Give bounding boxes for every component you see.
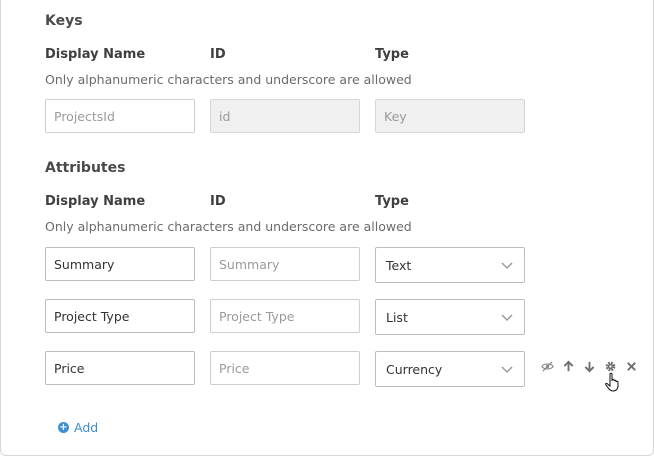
add-label: Add [74, 420, 99, 435]
schema-editor-panel: Keys Display Name ID Type Only alphanume… [0, 0, 654, 456]
attribute-type-value: Currency [386, 361, 443, 377]
attributes-id-header: ID [210, 194, 226, 209]
keys-id-header: ID [210, 47, 226, 62]
hand-cursor-icon [605, 372, 619, 392]
attribute-type-select[interactable]: Currency [375, 351, 525, 387]
keys-hint: Only alphanumeric characters and undersc… [45, 72, 412, 87]
attribute-display-name-input[interactable]: Summary [45, 247, 195, 281]
attribute-type-value: List [386, 309, 408, 325]
close-icon[interactable] [624, 359, 638, 373]
attribute-type-value: Text [386, 257, 412, 273]
key-display-name-input[interactable]: ProjectsId [45, 99, 195, 133]
eye-slash-icon[interactable] [540, 359, 554, 373]
add-attribute-button[interactable]: + Add [58, 420, 98, 435]
keys-section-title: Keys [45, 13, 83, 29]
attribute-display-name-input[interactable]: Project Type [45, 299, 195, 333]
attributes-hint: Only alphanumeric characters and undersc… [45, 219, 412, 234]
attributes-section-title: Attributes [45, 160, 126, 176]
attribute-id-input[interactable]: Price [210, 351, 360, 385]
arrow-down-icon[interactable] [582, 359, 596, 373]
attributes-display-name-header: Display Name [45, 194, 146, 209]
key-type-input: Key [375, 99, 525, 133]
chevron-down-icon [501, 366, 513, 374]
gear-icon[interactable] [603, 359, 617, 373]
chevron-down-icon [501, 314, 513, 322]
attribute-type-select[interactable]: List [375, 299, 525, 335]
key-id-input: id [210, 99, 360, 133]
arrow-up-icon[interactable] [561, 359, 575, 373]
attribute-display-name-input[interactable]: Price [45, 351, 195, 385]
row-actions [540, 359, 638, 373]
keys-display-name-header: Display Name [45, 47, 146, 62]
attribute-id-input[interactable]: Summary [210, 247, 360, 281]
attribute-type-select[interactable]: Text [375, 247, 525, 283]
plus-circle-icon: + [58, 422, 69, 433]
chevron-down-icon [501, 262, 513, 270]
attribute-id-input[interactable]: Project Type [210, 299, 360, 333]
keys-type-header: Type [375, 47, 409, 62]
attributes-type-header: Type [375, 194, 409, 209]
